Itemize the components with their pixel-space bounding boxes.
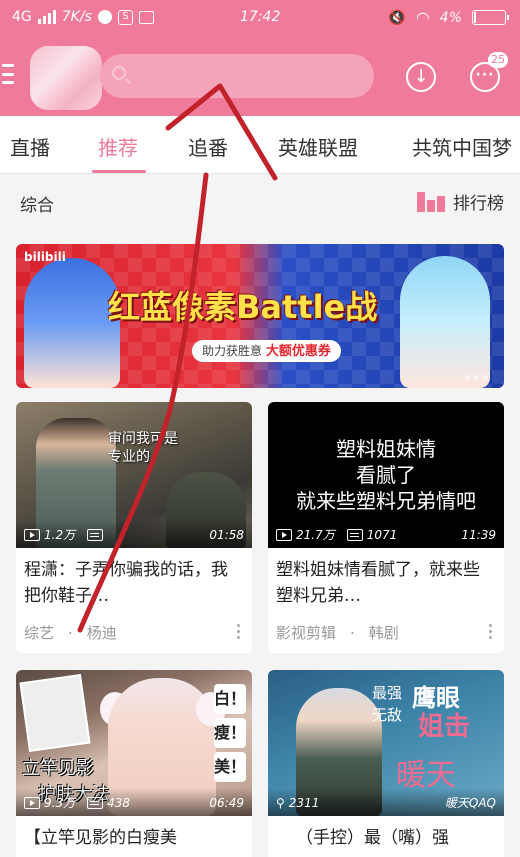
thumbnail-word: 姐击 [418, 712, 471, 742]
view-count: 9.3万 [44, 796, 76, 810]
tab-anime[interactable]: 追番 [188, 132, 228, 161]
ranking-label: 排行榜 [453, 194, 504, 214]
tab-live[interactable]: 直播 [10, 132, 50, 161]
thumbnail-word: 最强 [372, 684, 403, 702]
tab-lol[interactable]: 英雄联盟 [278, 132, 358, 161]
carousel-dots [465, 375, 488, 380]
app-bar: ↓ ··· 25 [0, 36, 520, 116]
video-card[interactable]: 白！ 瘦！ 美！ 立竿见影 护肤大法 9.3万 438 06:49 【立竿见影的… [16, 670, 252, 857]
video-title: 程潇：子弄你骗我的话，我把你鞋子… [24, 560, 228, 606]
video-tags: 影视剪辑 · 韩剧 [268, 614, 504, 653]
danmaku-icon [346, 528, 363, 541]
wifi-icon: ◠ [415, 8, 430, 27]
video-thumbnail: 塑料姐妹情 看腻了 就来些塑料兄弟情吧 21.7万 1071 11:39 [268, 402, 504, 548]
sticker: 白！ [214, 684, 246, 714]
play-count-icon [24, 528, 40, 541]
view-count: 21.7万 [296, 528, 335, 542]
clock: 17:42 [240, 9, 281, 25]
bilibili-logo: bilibili [24, 250, 66, 264]
duration: 01:58 [209, 527, 244, 542]
danmaku-count: 438 [107, 795, 130, 810]
video-title: 【立竿见影的白瘦美 [24, 828, 177, 848]
duration: 06:49 [209, 795, 244, 810]
tab-indicator [92, 170, 146, 173]
thumbnail-caption: 塑料姐妹情 看腻了 就来些塑料兄弟情吧 [296, 437, 476, 513]
more-icon[interactable] [489, 624, 492, 639]
battery-percent: 4% [439, 9, 462, 26]
status-bar: 4G 7K/s S 17:42 🔇 ◠ 4% [0, 0, 520, 36]
gallery-icon [138, 10, 154, 24]
danmaku-count: 1071 [366, 527, 398, 542]
sticker: 瘦！ [214, 718, 246, 748]
message-badge: 25 [488, 52, 508, 68]
sticker: 美！ [214, 752, 246, 782]
tab-china-dream[interactable]: 共筑中国梦 [412, 132, 512, 161]
tab-bar: 直播 推荐 追番 英雄联盟 共筑中国梦 [0, 116, 520, 174]
view-count: 1.2万 [44, 528, 76, 542]
thumb-inset [19, 674, 91, 752]
video-tag[interactable]: 韩剧 [369, 622, 399, 643]
section-title: 综合 [20, 196, 54, 216]
thumbnail-caption: 审问我可是 专业的 [108, 431, 178, 465]
video-category[interactable]: 综艺 [24, 622, 54, 643]
signal-icon [37, 10, 56, 24]
tab-recommend[interactable]: 推荐 [98, 132, 138, 161]
video-meta: ⚲ 2311 暖天QAQ [276, 794, 496, 811]
video-meta: 1.2万 01:58 [24, 526, 244, 543]
search-icon [112, 66, 126, 80]
ranking-icon [417, 191, 445, 212]
video-category[interactable]: 影视剪辑 [276, 622, 336, 643]
play-count-icon [276, 528, 292, 541]
mute-icon: 🔇 [388, 9, 406, 26]
network-type: 4G [12, 9, 32, 25]
search-input[interactable] [100, 54, 374, 98]
video-card[interactable]: 塑料姐妹情 看腻了 就来些塑料兄弟情吧 21.7万 1071 11:39 塑料姐… [268, 402, 504, 653]
video-tags: 综艺 · 杨迪 [16, 614, 252, 653]
danmaku-icon [87, 796, 104, 809]
banner-subtitle: 助力获胜意 大额优惠券 [192, 340, 341, 362]
danmaku-icon [87, 528, 104, 541]
network-speed: 7K/s [61, 9, 92, 25]
play-count-icon [24, 796, 40, 809]
promo-banner[interactable]: bilibili 红蓝像素Battle战 助力获胜意 大额优惠券 [16, 244, 504, 388]
banner-subtitle-prefix: 助力获胜意 [202, 344, 263, 358]
banner-character-left [24, 258, 120, 388]
menu-icon[interactable] [2, 64, 14, 84]
banner-title: 红蓝像素Battle战 [108, 288, 378, 326]
ranking-button[interactable]: 排行榜 [417, 189, 504, 214]
video-meta: 21.7万 1071 11:39 [276, 526, 496, 543]
video-thumbnail: 审问我可是 专业的 1.2万 01:58 [16, 402, 252, 548]
battery-icon [472, 10, 509, 25]
s-app-icon: S [117, 9, 133, 25]
video-title: （手控）最（嘴）强 [296, 828, 449, 848]
avatar[interactable] [30, 46, 102, 110]
video-thumbnail: 白！ 瘦！ 美！ 立竿见影 护肤大法 9.3万 438 06:49 [16, 670, 252, 816]
video-card[interactable]: 最强 鹰眼 无敌 姐击 暖天 ⚲ 2311 暖天QAQ （手控）最（嘴）强 [268, 670, 504, 857]
banner-character-right [400, 256, 490, 388]
video-card[interactable]: 审问我可是 专业的 1.2万 01:58 程潇：子弄你骗我的话，我把你鞋子… 综… [16, 402, 252, 653]
video-meta: 9.3万 438 06:49 [24, 794, 244, 811]
video-thumbnail: 最强 鹰眼 无敌 姐击 暖天 ⚲ 2311 暖天QAQ [268, 670, 504, 816]
duration: 暖天QAQ [444, 796, 496, 810]
video-tag[interactable]: 杨迪 [87, 622, 117, 643]
video-title: 塑料姐妹情看腻了，就来些塑料兄弟… [276, 560, 480, 606]
thumbnail-caption: 立竿见影 [22, 758, 94, 779]
view-count: 2311 [288, 795, 320, 810]
up-icon: ⚲ [276, 795, 285, 810]
download-icon[interactable]: ↓ [406, 62, 436, 92]
duration: 11:39 [461, 527, 496, 542]
ball-icon [97, 10, 112, 24]
thumbnail-word: 无敌 [372, 706, 403, 724]
banner-subtitle-highlight: 大额优惠券 [265, 344, 331, 359]
more-icon[interactable] [237, 624, 240, 639]
